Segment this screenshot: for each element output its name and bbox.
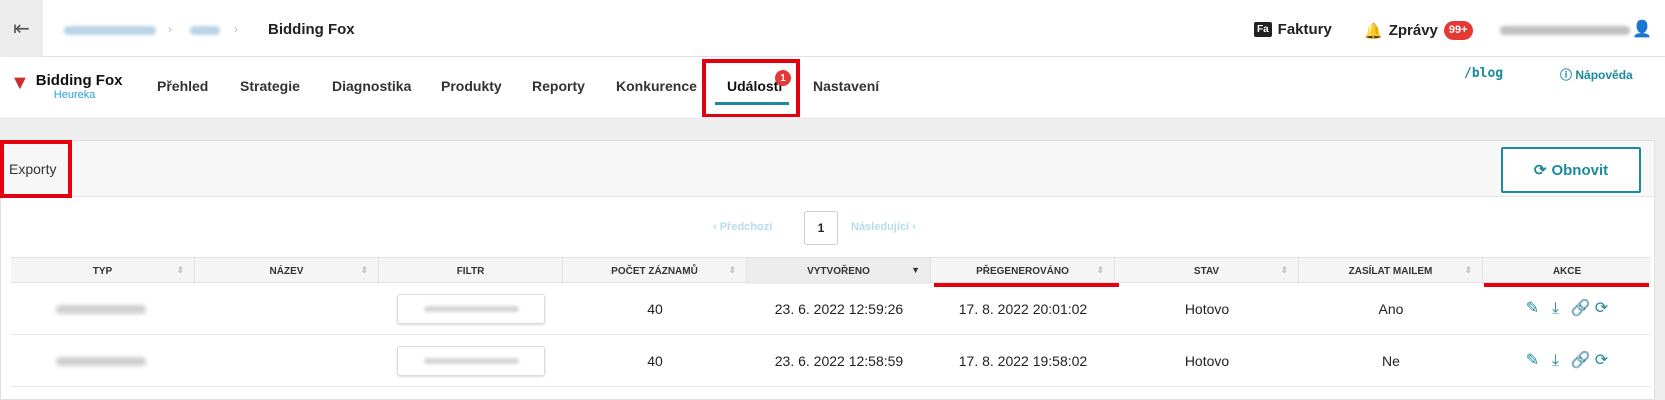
breadcrumb-current: Bidding Fox: [268, 21, 355, 38]
cell-type: [11, 335, 195, 387]
help-label: Nápověda: [1575, 68, 1633, 82]
cell-record-count: 40: [647, 301, 663, 317]
cell-record-count: 40: [647, 353, 663, 369]
question-circle-icon: ⓘ: [1560, 68, 1573, 82]
invoice-icon: Fa: [1254, 22, 1272, 37]
messages-link[interactable]: 🔔 Zprávy 99+: [1364, 21, 1473, 40]
refresh-icon[interactable]: ⟳: [1594, 353, 1610, 369]
highlight-underline-actions: [1484, 283, 1649, 287]
menu-collapse-icon[interactable]: ⇤: [0, 0, 43, 57]
column-header-name[interactable]: NÁZEV ⬍: [195, 258, 379, 284]
download-icon[interactable]: ⤓: [1548, 353, 1564, 369]
cell-filter: [379, 283, 563, 335]
nav-item-konkurence[interactable]: Konkurence: [616, 78, 697, 94]
pagination-page-1[interactable]: 1: [804, 211, 838, 245]
edit-icon[interactable]: ✎: [1525, 353, 1541, 369]
fox-icon: ▼: [10, 72, 30, 94]
exports-panel: Exporty ⟳ Obnovit ‹ Předchozí 1 Následuj…: [0, 140, 1655, 400]
column-header-filter[interactable]: FILTR: [379, 258, 563, 284]
nav-item-reporty[interactable]: Reporty: [532, 78, 585, 94]
table-header: TYP ⬍ NÁZEV ⬍ FILTR POČET ZÁZNAMŮ ⬍ VYTVOŘE…: [11, 257, 1651, 284]
invoices-link[interactable]: Fa Faktury: [1254, 21, 1332, 38]
cell-send-email: Ano: [1378, 301, 1404, 317]
filter-button[interactable]: [397, 294, 545, 324]
invoices-label: Faktury: [1277, 21, 1332, 38]
link-icon[interactable]: 🔗: [1571, 301, 1591, 317]
messages-label: Zprávy: [1388, 22, 1438, 39]
nav-item-strategie[interactable]: Strategie: [240, 78, 300, 94]
refresh-icon[interactable]: ⟳: [1594, 301, 1610, 317]
filter-button[interactable]: [397, 346, 545, 376]
cell-filter: [379, 335, 563, 387]
brand-name: Bidding Fox: [35, 72, 123, 89]
cell-status: Hotovo: [1184, 301, 1230, 317]
cell-regenerated: 17. 8. 2022 20:01:02: [958, 301, 1088, 317]
panel-header: Exporty ⟳ Obnovit: [1, 141, 1654, 197]
column-header-send-email[interactable]: ZASÍLAT MAILEM ⬍: [1299, 258, 1483, 284]
column-header-status[interactable]: STAV ⬍: [1115, 258, 1299, 284]
cell-actions: ✎ ⤓ 🔗 ⟳: [1483, 283, 1651, 335]
type-blurred: [56, 304, 146, 314]
top-bar: ⇤ › › Bidding Fox Fa Faktury 🔔 Zprávy 99…: [0, 0, 1665, 57]
cell-type: [11, 283, 195, 335]
blog-link[interactable]: /blog: [1464, 66, 1503, 81]
pagination-prev[interactable]: ‹ Předchozí: [713, 221, 772, 233]
sort-icon: ⬍: [1464, 265, 1472, 275]
help-link[interactable]: ⓘ Nápověda: [1560, 66, 1633, 83]
sort-desc-icon: ▼: [911, 265, 920, 275]
cell-send-email: Ne: [1382, 353, 1400, 369]
column-header-record-count[interactable]: POČET ZÁZNAMŮ ⬍: [563, 258, 747, 284]
highlight-box-exports-title: [0, 140, 72, 198]
main-nav: ▼ Bidding Fox Heureka Přehled Strategie …: [0, 57, 1665, 117]
breadcrumb-blurred-2[interactable]: [190, 26, 220, 35]
sort-icon: ⬍: [1280, 265, 1288, 275]
column-header-created[interactable]: VYTVOŘENO ▼: [747, 258, 931, 284]
table-row: 40 23. 6. 2022 12:59:26 17. 8. 2022 20:0…: [11, 283, 1651, 335]
download-icon[interactable]: ⤓: [1548, 301, 1564, 317]
brand-logo[interactable]: ▼ Bidding Fox Heureka: [10, 72, 123, 102]
messages-count-badge: 99+: [1443, 21, 1473, 40]
refresh-label: Obnovit: [1551, 161, 1609, 179]
sort-icon: ⬍: [728, 265, 736, 275]
nav-item-nastaveni[interactable]: Nastavení: [813, 78, 879, 94]
sort-icon: ⬍: [360, 265, 368, 275]
bell-icon: 🔔: [1364, 22, 1383, 40]
highlight-box-events-tab: [702, 59, 800, 118]
link-icon[interactable]: 🔗: [1571, 353, 1591, 369]
pagination-next[interactable]: Následující ›: [851, 221, 916, 233]
column-header-type[interactable]: TYP ⬍: [11, 258, 195, 284]
nav-item-diagnostika[interactable]: Diagnostika: [332, 78, 411, 94]
table-row: 40 23. 6. 2022 12:58:59 17. 8. 2022 19:5…: [11, 335, 1651, 387]
refresh-icon: ⟳: [1533, 162, 1547, 179]
cell-name: [195, 335, 379, 387]
cell-regenerated: 17. 8. 2022 19:58:02: [958, 353, 1088, 369]
sort-icon: ⬍: [176, 265, 184, 275]
user-icon[interactable]: 👤: [1632, 19, 1652, 39]
edit-icon[interactable]: ✎: [1525, 301, 1541, 317]
nav-item-prehled[interactable]: Přehled: [157, 78, 208, 94]
brand-sub: Heureka: [53, 89, 96, 101]
breadcrumb-separator: ›: [168, 22, 172, 36]
cell-actions: ✎ ⤓ 🔗 ⟳: [1483, 335, 1651, 387]
type-blurred: [56, 356, 146, 366]
cell-name: [195, 283, 379, 335]
refresh-button[interactable]: ⟳ Obnovit: [1501, 147, 1641, 193]
highlight-underline-regenerated: [934, 283, 1119, 287]
sort-icon: ⬍: [1096, 265, 1104, 275]
breadcrumb-blurred-1[interactable]: [64, 26, 156, 35]
column-header-regenerated[interactable]: PŘEGENEROVÁNO ⬍: [931, 258, 1115, 284]
cell-created: 23. 6. 2022 12:58:59: [774, 353, 904, 369]
breadcrumb-separator: ›: [234, 22, 238, 36]
column-header-actions: AKCE: [1552, 265, 1582, 277]
user-name-blurred[interactable]: [1500, 26, 1630, 35]
nav-item-produkty[interactable]: Produkty: [441, 78, 502, 94]
cell-created: 23. 6. 2022 12:59:26: [774, 301, 904, 317]
cell-status: Hotovo: [1184, 353, 1230, 369]
pagination: ‹ Předchozí 1 Následující ›: [1, 211, 1654, 245]
